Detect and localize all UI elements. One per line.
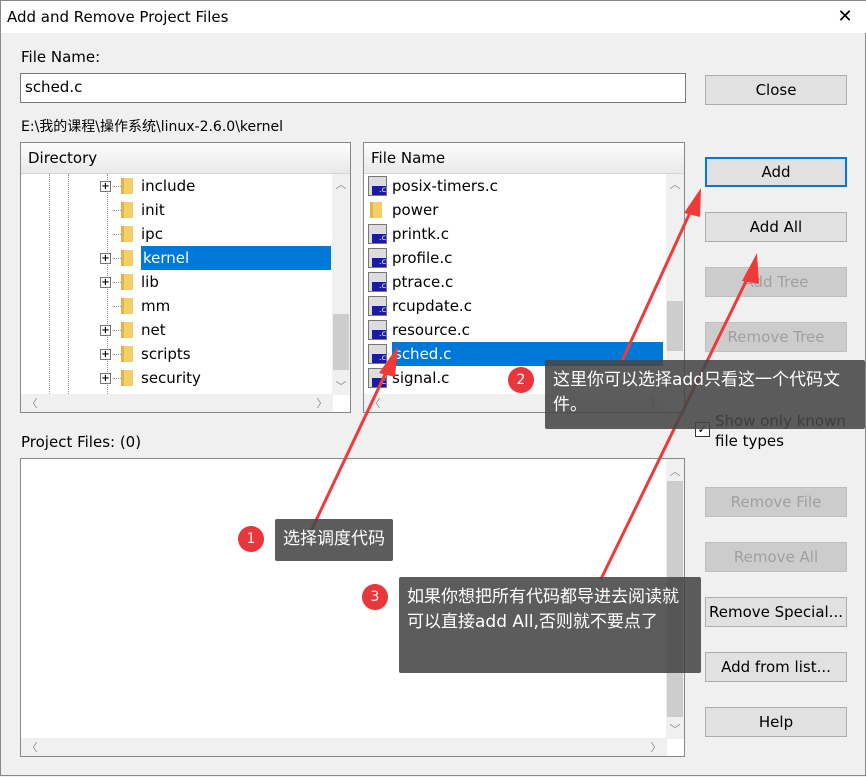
- arrow-1-head: [379, 346, 398, 377]
- annotation-badge-2: 2: [508, 367, 534, 393]
- annotation-tooltip-2: 这里你可以选择add只看这一个代码文件。: [545, 360, 865, 429]
- annotation-badge-1: 1: [238, 526, 264, 552]
- annotation-badge-3: 3: [362, 584, 388, 610]
- arrow-2: [619, 205, 695, 364]
- annotation-tooltip-1: 选择调度代码: [275, 519, 393, 561]
- arrow-3-head: [742, 253, 759, 284]
- arrow-1: [309, 365, 391, 532]
- arrow-2-head: [684, 188, 701, 217]
- annotation-tooltip-3: 如果你想把所有代码都导进去阅读就可以直接add All,否则就不要点了: [399, 577, 701, 673]
